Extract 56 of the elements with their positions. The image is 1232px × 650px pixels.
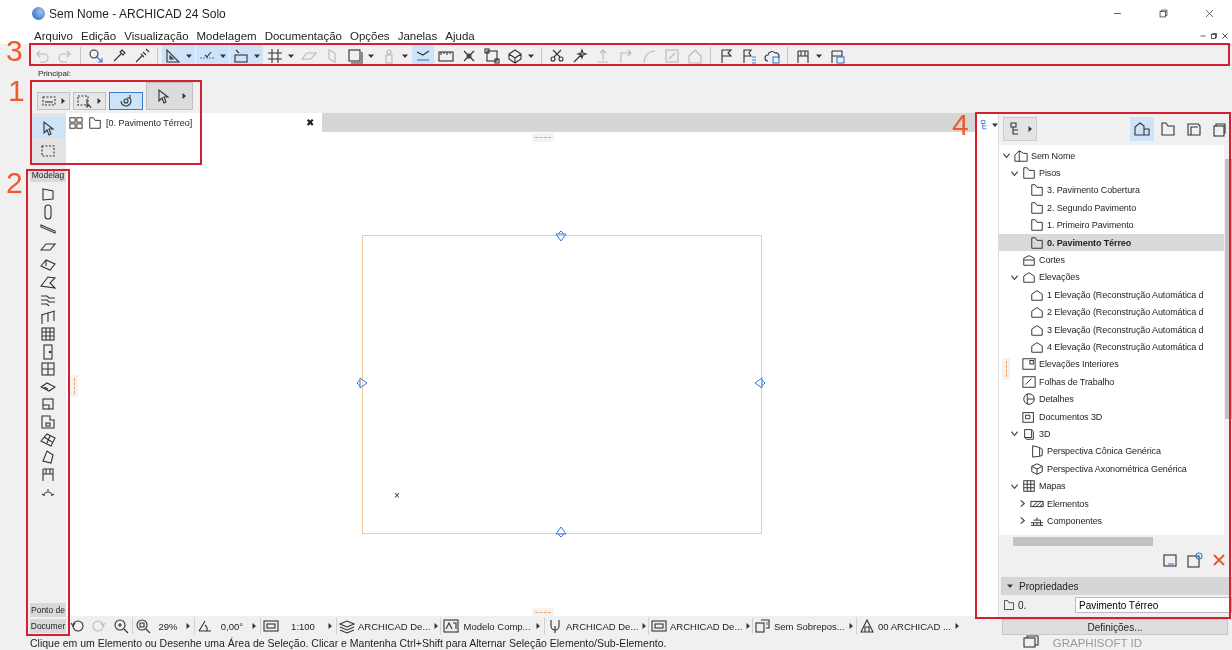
properties-header[interactable]: Propriedades bbox=[1001, 577, 1232, 595]
toolbar-label: Principal: bbox=[37, 68, 72, 80]
tree-item[interactable]: 3. Pavimento Cobertura bbox=[999, 181, 1224, 200]
menu-item[interactable]: Modelagem bbox=[192, 28, 261, 43]
tree-item[interactable]: Sem Nome bbox=[999, 147, 1224, 165]
floor-id: 0. bbox=[1018, 599, 1028, 611]
status-control[interactable]: 29% bbox=[132, 617, 194, 635]
settings-button[interactable]: Definições... bbox=[1002, 619, 1228, 635]
status-control[interactable]: ARCHICAD De... bbox=[544, 617, 648, 635]
status-control[interactable]: Sem Sobrepos... bbox=[752, 617, 856, 635]
tree-item[interactable]: 1. Primeiro Pavimento bbox=[999, 216, 1224, 234]
status-control[interactable]: Modelo Comp... bbox=[440, 617, 544, 635]
view-tab[interactable]: [0. Pavimento Térreo] ✖ bbox=[66, 113, 322, 132]
tree-item[interactable]: Cortes bbox=[999, 251, 1224, 269]
tab-label[interactable]: [0. Pavimento Térreo] bbox=[106, 117, 193, 128]
status-message: Clique em um Elemento ou Desenhe uma Área de Seleção. Clicar e Mantenha Ctrl+Shift para Alternar Seleção Elemento/Sub-Elemento. bbox=[30, 637, 667, 649]
tree-item[interactable]: 3D bbox=[999, 425, 1224, 443]
status-control[interactable]: 0,00° bbox=[194, 617, 260, 635]
annotation-number: 2 bbox=[6, 168, 23, 198]
tree-item[interactable]: 2 Elevação (Reconstrução Automática d bbox=[999, 303, 1224, 321]
menu-item[interactable]: Arquivo bbox=[30, 28, 77, 43]
tree-item[interactable]: 3 Elevação (Reconstrução Automática d bbox=[999, 320, 1224, 339]
annotation-number: 1 bbox=[8, 76, 25, 106]
status-control[interactable]: 1:100 bbox=[260, 617, 336, 635]
tree-item[interactable]: Componentes bbox=[999, 512, 1224, 530]
origin-marker: × bbox=[394, 490, 400, 501]
menu-item[interactable]: Edição bbox=[77, 28, 121, 43]
status-control[interactable]: 00 ARCHICAD ... bbox=[856, 617, 960, 635]
tree-item[interactable]: Detalhes bbox=[999, 390, 1224, 408]
tree-item[interactable]: Documentos 3D bbox=[999, 407, 1224, 426]
tree-item[interactable]: 0. Pavimento Térreo bbox=[999, 233, 1224, 252]
tree-item[interactable]: Elevações bbox=[999, 268, 1224, 287]
tree-item[interactable]: 4 Elevação (Reconstrução Automática d bbox=[999, 338, 1224, 356]
tree-item[interactable]: Mapas bbox=[999, 477, 1224, 495]
menu-item[interactable]: Opções bbox=[346, 28, 394, 43]
toolbox-header[interactable]: Ponto de bbox=[30, 603, 66, 617]
tree-item[interactable]: Folhas de Trabalho bbox=[999, 373, 1224, 391]
tree-item[interactable]: Elementos bbox=[999, 494, 1224, 513]
tree-item[interactable]: 2. Segundo Pavimento bbox=[999, 199, 1224, 217]
properties-title: Propriedades bbox=[1019, 580, 1079, 592]
window-title: Sem Nome - ARCHICAD 24 Solo bbox=[49, 6, 226, 21]
tree-item[interactable]: Perspectiva Axonométrica Genérica bbox=[999, 460, 1224, 478]
status-control[interactable]: ARCHICAD De... bbox=[648, 617, 752, 635]
menu-item[interactable]: Visualização bbox=[120, 28, 193, 43]
status-control[interactable]: ARCHICAD De... bbox=[336, 617, 440, 635]
menu-item[interactable]: Janelas bbox=[393, 28, 442, 43]
tree-item[interactable]: Elevações Interiores bbox=[999, 355, 1224, 374]
menu-item[interactable]: Documentação bbox=[260, 28, 346, 43]
tree-item[interactable]: Perspectiva Cônica Genérica bbox=[999, 442, 1224, 461]
tree-item[interactable]: Pisos bbox=[999, 164, 1224, 182]
tab-close-button[interactable]: ✖ bbox=[306, 117, 314, 128]
tree-item[interactable]: 1 Elevação (Reconstrução Automática d bbox=[999, 286, 1224, 304]
name-field[interactable]: Pavimento Térreo bbox=[1075, 597, 1232, 613]
menu-item[interactable]: Ajuda bbox=[441, 28, 479, 43]
annotation-number: 3 bbox=[6, 36, 23, 66]
toolbox-header[interactable]: Documer bbox=[30, 619, 66, 633]
